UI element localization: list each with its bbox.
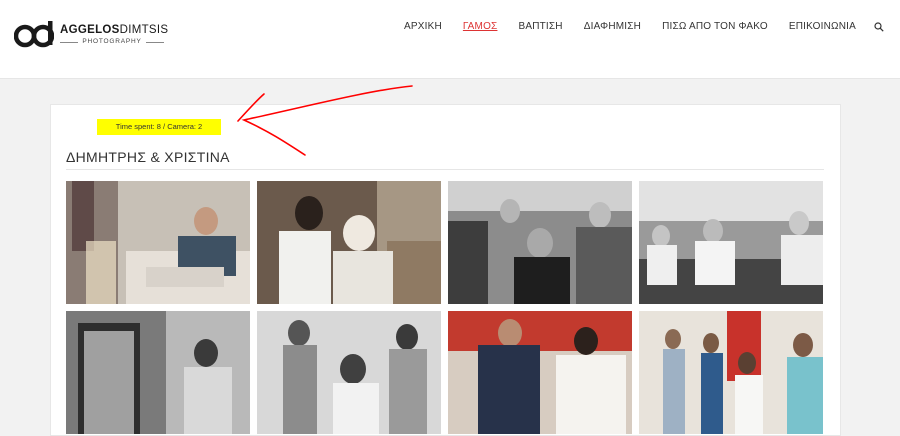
logo-mark-icon xyxy=(14,21,54,48)
gallery-photo-bride-mirror[interactable] xyxy=(66,311,250,434)
gallery-photo-bride-with-family[interactable] xyxy=(639,311,823,434)
nav-item-advertising[interactable]: ΔΙΑΦΗΜΙΣΗ xyxy=(584,21,641,32)
brand-tagline: PHOTOGRAPHY xyxy=(60,38,164,45)
nav-item-behind-the-lens[interactable]: ΠΙΣΩ ΑΠΟ ΤΟΝ ΦΑΚΟ xyxy=(662,21,768,32)
page-title: ΔΗΜΗΤΡΗΣ & ΧΡΙΣΤΙΝΑ xyxy=(66,149,230,165)
site-logo[interactable]: AGGELOSDIMTSIS PHOTOGRAPHY xyxy=(14,19,168,49)
nav-item-baptism[interactable]: ΒΑΠΤΙΣΗ xyxy=(518,21,562,32)
nav-item-home[interactable]: ΑΡΧΙΚΗ xyxy=(404,21,442,32)
title-divider xyxy=(66,169,824,170)
gallery-photo-bride-shoes[interactable] xyxy=(448,311,632,434)
gallery-photo-friends-dancing[interactable] xyxy=(639,181,823,304)
site-header: AGGELOSDIMTSIS PHOTOGRAPHY ΑΡΧΙΚΗ ΓΑΜΟΣ … xyxy=(0,0,900,79)
nav-item-contact[interactable]: ΕΠΙΚΟΙΝΩΝΙΑ xyxy=(789,21,856,32)
nav-item-wedding[interactable]: ΓΑΜΟΣ xyxy=(463,21,498,32)
search-icon[interactable] xyxy=(874,21,884,32)
gallery-photo-groom-shaving[interactable] xyxy=(257,181,441,304)
main-nav: ΑΡΧΙΚΗ ΓΑΜΟΣ ΒΑΠΤΙΣΗ ΔΙΑΦΗΜΙΣΗ ΠΙΣΩ ΑΠΟ … xyxy=(383,21,884,32)
gallery-photo-bridesmaids-laughing[interactable] xyxy=(257,311,441,434)
gallery-panel: Time spent: 8 / Camera: 2 ΔΗΜΗΤΡΗΣ & ΧΡΙ… xyxy=(50,104,841,436)
annotation-highlight: Time spent: 8 / Camera: 2 xyxy=(97,119,221,135)
gallery-photo-groom-friends-party[interactable] xyxy=(448,181,632,304)
gallery-photo-groom-dressing[interactable] xyxy=(66,181,250,304)
brand-name: AGGELOSDIMTSIS xyxy=(60,24,169,36)
